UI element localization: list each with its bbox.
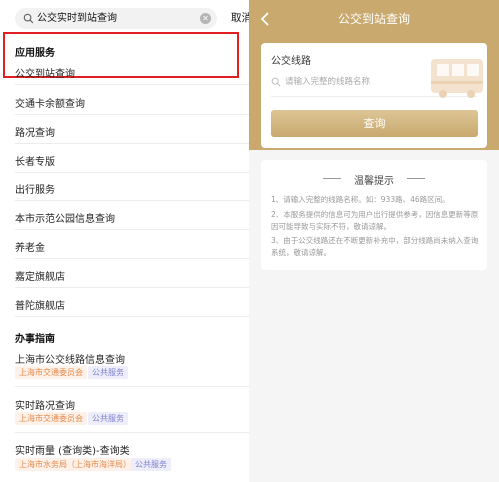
org-tag: 上海市交通委员会	[15, 412, 87, 425]
divider	[15, 386, 249, 387]
app-item[interactable]: 养老金	[15, 239, 45, 254]
app-item[interactable]: 本市示范公园信息查询	[15, 210, 115, 225]
bus-illustration-icon	[431, 59, 483, 98]
app-item-bus-arrival[interactable]: 公交到站查询	[15, 65, 75, 80]
divider	[15, 143, 249, 144]
tips-divider-right	[407, 178, 425, 179]
guide-item-title[interactable]: 上海市公交线路信息查询	[15, 351, 125, 366]
service-type-tag: 公共服务	[88, 412, 128, 425]
tip-item: 3、由于公交线路还在不断更新补充中，部分线路尚未纳入查询系统，敬请谅解。	[271, 236, 479, 257]
search-icon	[23, 13, 34, 24]
search-results-panel: 公交实时到站查询 ✕ 取消 应用服务 公交到站查询 交通卡余额查询 路况查询 长…	[0, 0, 249, 482]
app-item[interactable]: 长者专版	[15, 153, 55, 168]
divider	[15, 114, 249, 115]
tips-card: 温馨提示 1、请输入完整的线路名称。如：933路、46路区间。 2、本服务提供的…	[261, 160, 487, 270]
divider	[15, 200, 249, 201]
org-tag: 上海市水务局（上海市海洋局）	[15, 458, 135, 471]
divider	[15, 258, 249, 259]
divider	[15, 432, 249, 433]
divider	[15, 229, 249, 230]
search-input[interactable]: 公交实时到站查询	[37, 8, 117, 29]
section-title-guides: 办事指南	[15, 334, 55, 345]
search-icon	[271, 77, 281, 87]
app-item[interactable]: 交通卡余额查询	[15, 95, 85, 110]
service-type-tag: 公共服务	[88, 366, 128, 379]
bus-arrival-query-page: 公交到站查询 公交线路 请输入完整的线路名称 查询 温馨提示 1、请输入完整的线…	[249, 0, 499, 482]
app-item[interactable]: 普陀旗舰店	[15, 297, 65, 312]
app-item[interactable]: 路况查询	[15, 124, 55, 139]
bus-line-label: 公交线路	[271, 56, 311, 67]
page-title: 公交到站查询	[337, 12, 410, 26]
divider	[15, 84, 249, 85]
divider	[15, 316, 249, 317]
guide-item-title[interactable]: 实时雨量 (查询类)-查询类	[15, 442, 130, 457]
search-bar[interactable]: 公交实时到站查询 ✕	[15, 8, 217, 29]
section-title-apps: 应用服务	[15, 48, 55, 59]
guide-item-title[interactable]: 实时路况查询	[15, 397, 75, 412]
app-item[interactable]: 出行服务	[15, 181, 55, 196]
bus-line-placeholder: 请输入完整的线路名称	[285, 77, 371, 87]
query-card: 公交线路 请输入完整的线路名称 查询	[261, 43, 487, 148]
divider	[15, 172, 249, 173]
cancel-button[interactable]: 取消	[231, 8, 249, 29]
bus-line-input[interactable]: 请输入完整的线路名称	[271, 73, 431, 93]
org-tag: 上海市交通委员会	[15, 366, 87, 379]
query-button[interactable]: 查询	[271, 110, 478, 137]
app-item[interactable]: 嘉定旗舰店	[15, 268, 65, 283]
tip-item: 2、本服务提供的信息可为用户出行提供参考，因信息更新等原因可能导致与实际不符，敬…	[271, 210, 479, 231]
divider	[15, 287, 249, 288]
service-type-tag: 公共服务	[131, 458, 171, 471]
tip-item: 1、请输入完整的线路名称。如：933路、46路区间。	[271, 195, 450, 204]
tips-title: 温馨提示	[354, 176, 394, 187]
clear-icon[interactable]: ✕	[200, 13, 211, 24]
